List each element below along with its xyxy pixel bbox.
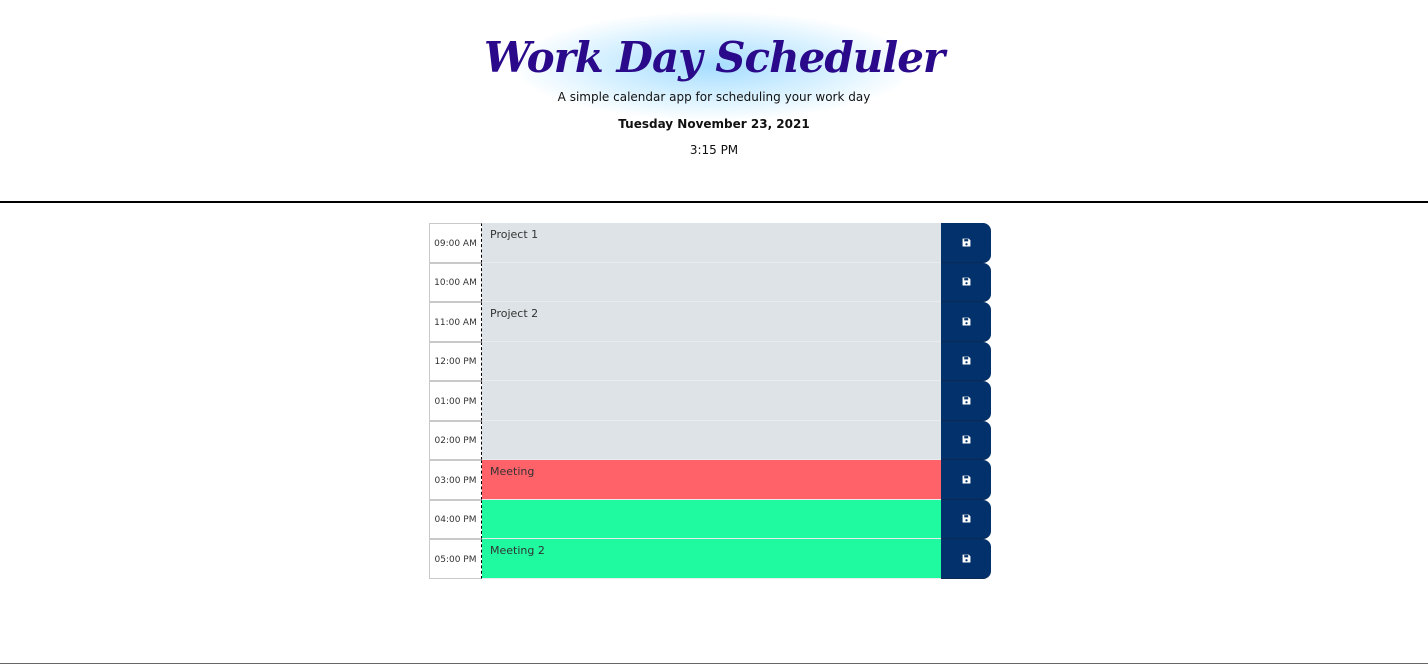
current-date: Tuesday November 23, 2021	[618, 117, 810, 131]
save-button[interactable]	[941, 341, 991, 381]
save-button[interactable]	[941, 420, 991, 460]
page-subtitle: A simple calendar app for scheduling you…	[557, 90, 871, 104]
event-description-textarea[interactable]	[482, 499, 941, 539]
floppy-disk-icon	[962, 277, 971, 286]
event-description-textarea[interactable]: Project 2	[482, 302, 941, 342]
time-block-row: 10:00 AM	[429, 262, 991, 302]
time-block-row: 01:00 PM	[429, 381, 991, 421]
floppy-disk-icon	[962, 435, 971, 444]
save-button[interactable]	[941, 381, 991, 421]
event-description-textarea[interactable]	[482, 420, 941, 460]
hour-label: 02:00 PM	[429, 420, 482, 460]
time-block-row: 04:00 PM	[429, 499, 991, 539]
current-time: 3:15 PM	[689, 143, 739, 157]
hour-label: 01:00 PM	[429, 381, 482, 421]
event-description-textarea[interactable]: Project 1	[482, 223, 941, 263]
time-block-row: 05:00 PM Meeting 2	[429, 539, 991, 579]
floppy-disk-icon	[962, 356, 971, 365]
floppy-disk-icon	[962, 238, 971, 247]
floppy-disk-icon	[962, 554, 971, 563]
time-block-row: 11:00 AM Project 2	[429, 302, 991, 342]
time-block-row: 03:00 PM Meeting	[429, 460, 991, 500]
event-description-textarea[interactable]: Meeting	[482, 460, 941, 500]
save-button[interactable]	[941, 223, 991, 263]
time-block-row: 12:00 PM	[429, 341, 991, 381]
hour-label: 03:00 PM	[429, 460, 482, 500]
save-button[interactable]	[941, 262, 991, 302]
floppy-disk-icon	[962, 396, 971, 405]
time-block-list: 09:00 AM Project 1 10:00 AM 11:00 AM Pro…	[429, 223, 991, 579]
hour-label: 11:00 AM	[429, 302, 482, 342]
floppy-disk-icon	[962, 475, 971, 484]
hour-label: 04:00 PM	[429, 499, 482, 539]
save-button[interactable]	[941, 460, 991, 500]
page-title: Work Day Scheduler	[483, 33, 945, 82]
footer-divider	[0, 663, 1428, 664]
hour-label: 12:00 PM	[429, 341, 482, 381]
event-description-textarea[interactable]	[482, 381, 941, 421]
time-block-row: 09:00 AM Project 1	[429, 223, 991, 263]
floppy-disk-icon	[962, 317, 971, 326]
time-block-row: 02:00 PM	[429, 420, 991, 460]
hour-label: 10:00 AM	[429, 262, 482, 302]
save-button[interactable]	[941, 302, 991, 342]
event-description-textarea[interactable]	[482, 341, 941, 381]
save-button[interactable]	[941, 539, 991, 579]
save-button[interactable]	[941, 499, 991, 539]
event-description-textarea[interactable]: Meeting 2	[482, 539, 941, 579]
floppy-disk-icon	[962, 514, 971, 523]
page-header: Work Day Scheduler A simple calendar app…	[0, 0, 1428, 203]
hour-label: 05:00 PM	[429, 539, 482, 579]
event-description-textarea[interactable]	[482, 262, 941, 302]
hour-label: 09:00 AM	[429, 223, 482, 263]
